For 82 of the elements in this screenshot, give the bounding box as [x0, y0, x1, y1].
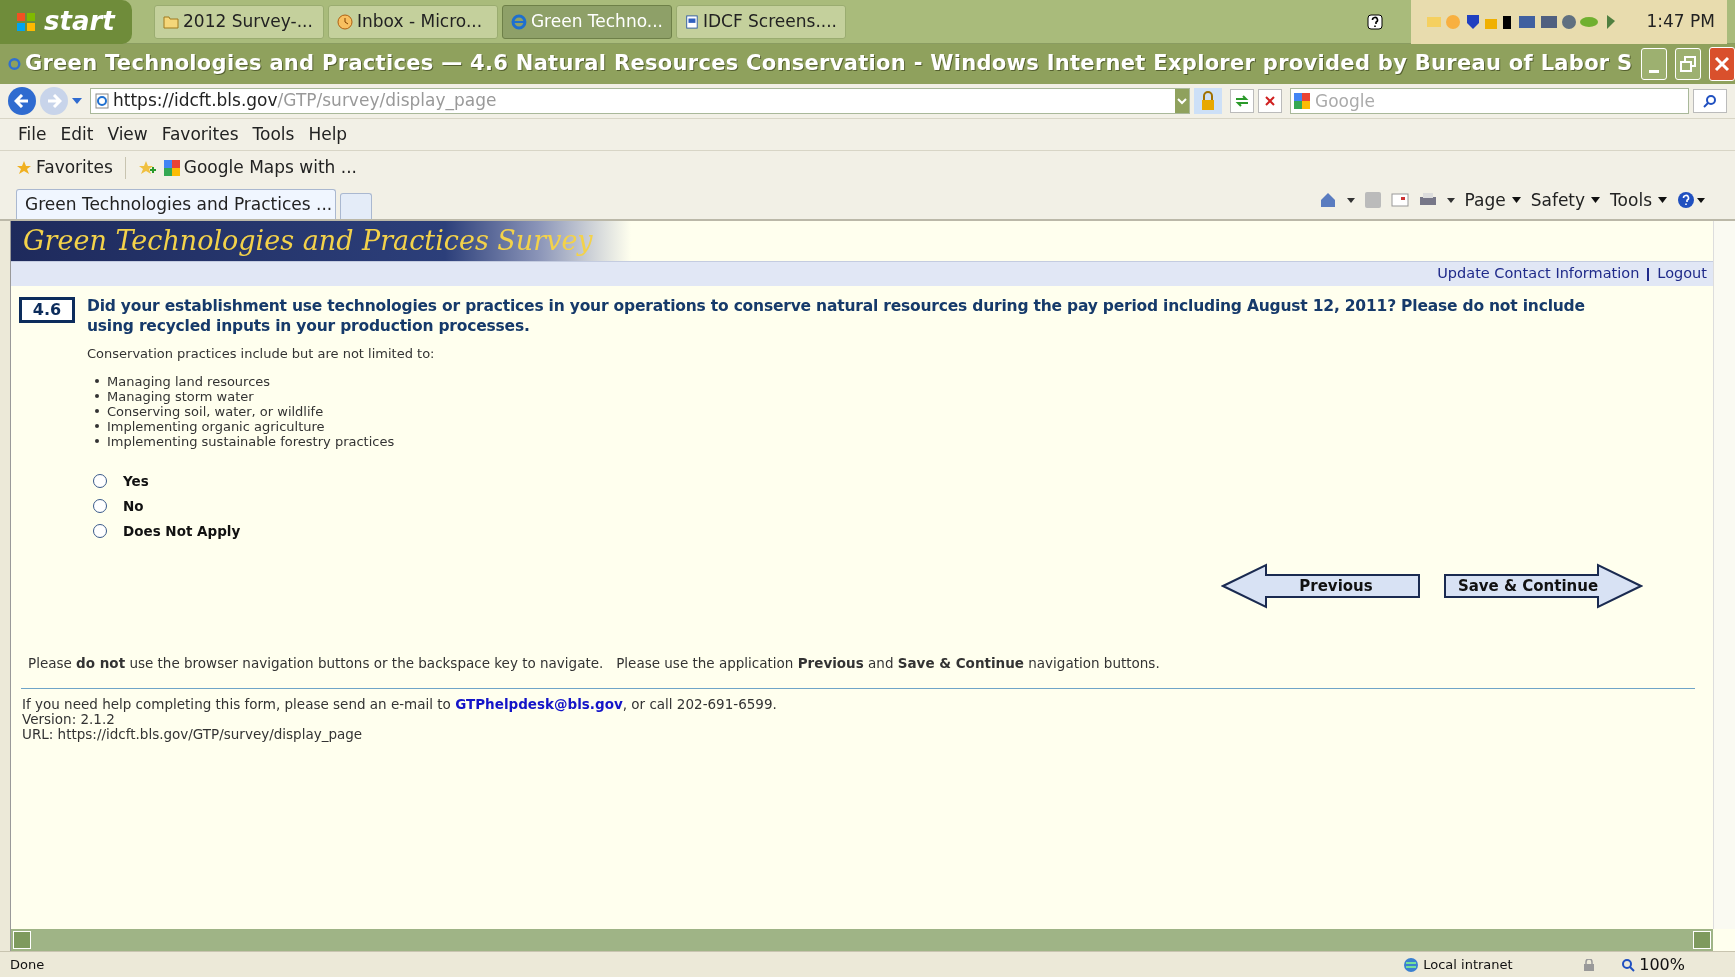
map-logo-icon — [163, 160, 180, 176]
stop-button[interactable] — [1258, 89, 1282, 113]
search-provider-icon — [1294, 93, 1310, 109]
home-icon[interactable] — [1318, 191, 1337, 210]
padlock-icon[interactable] — [1194, 88, 1222, 114]
favorites-button[interactable]: Favorites — [16, 155, 113, 181]
email-link[interactable]: GTPhelpdesk@bls.gov — [455, 695, 623, 712]
address-field[interactable]: https://idcft.bls.gov/GTP/survey/display_page — [90, 88, 1190, 114]
taskbar-button[interactable]: IDCF Screens.... — [676, 4, 846, 39]
zoom-button[interactable]: 100% — [1621, 952, 1685, 977]
menu-item[interactable]: Favorites — [161, 121, 239, 148]
navigation-notice: Please do not use the browser navigation buttons or the backspace key to navigate. Please use the application Previous and Save & Continue navigation buttons. — [28, 654, 1161, 674]
security-zone: Local intranet — [1403, 954, 1584, 975]
vertical-scrollbar[interactable] — [1713, 221, 1735, 929]
taskbar-button[interactable]: Inbox - Micro... — [328, 4, 498, 39]
windows-logo-icon — [16, 11, 36, 32]
globe-icon — [1403, 956, 1420, 973]
refresh-button[interactable] — [1230, 89, 1254, 113]
radio-button[interactable] — [93, 498, 107, 513]
mail-icon[interactable] — [1390, 193, 1409, 208]
menu-item[interactable]: File — [18, 121, 47, 148]
option-label: Yes — [123, 471, 149, 491]
menu-item[interactable]: Tools — [252, 121, 295, 148]
help-icon[interactable] — [1677, 191, 1705, 210]
star-icon — [16, 160, 32, 176]
folder-icon — [163, 14, 179, 29]
radio-button[interactable] — [93, 473, 107, 488]
caret-icon — [1658, 197, 1667, 204]
dropdown-icon[interactable] — [1175, 89, 1189, 113]
command-menu[interactable]: Tools — [1610, 187, 1667, 213]
command-menu[interactable]: Safety — [1530, 187, 1601, 213]
back-arrow-icon — [14, 94, 30, 108]
header-link[interactable]: Update Contact Information — [1437, 263, 1640, 285]
menu-item[interactable]: View — [107, 121, 148, 148]
question-number: 4.6 — [19, 297, 75, 323]
taskbar-button[interactable]: 2012 Survey-... — [154, 4, 324, 39]
header-link[interactable]: Logout — [1657, 263, 1707, 285]
search-icon — [1703, 94, 1717, 108]
start-button[interactable]: start — [0, 0, 132, 44]
save-continue-button[interactable]: Save & Continue — [1443, 563, 1643, 610]
help-icon — [1366, 13, 1383, 30]
forward-arrow-icon — [46, 94, 62, 108]
previous-button[interactable]: Previous — [1221, 563, 1421, 610]
minimize-button[interactable] — [1640, 48, 1667, 80]
question-text: Did your establishment use technologies or practices in your operations to conserve natural resources during the pay period including August 12, 2011? Please do not include using recycled inputs in your production processes. — [87, 296, 1586, 336]
browser-logo-icon — [8, 56, 21, 72]
add-favorite-icon[interactable] — [137, 160, 156, 176]
caret-icon[interactable] — [1446, 197, 1455, 203]
banner-title: Green Technologies and Practices Survey — [23, 223, 593, 258]
restore-button[interactable] — [1674, 48, 1701, 80]
search-button[interactable] — [1693, 89, 1727, 113]
window-title: Green Technologies and Practices — 4.6 Natural Resources Conservation - Windows Internet Explorer provided by Bureau of Labor S — [24, 50, 1633, 78]
caret-icon — [1591, 197, 1601, 204]
stop-icon — [1264, 95, 1276, 107]
status-text: Done — [10, 955, 45, 974]
command-menu[interactable]: Page — [1464, 187, 1521, 213]
caret-icon — [1511, 197, 1521, 204]
clock: 1:47 PM — [1646, 9, 1715, 33]
option-label: No — [123, 496, 144, 516]
caret-icon[interactable] — [1346, 197, 1355, 203]
intro-text: Conservation practices include but are not limited to: — [87, 345, 436, 363]
document-icon — [685, 13, 699, 30]
favorite-link[interactable]: Google Maps with ... — [163, 155, 357, 181]
refresh-icon — [1234, 94, 1250, 108]
version-text: Version: 2.1.2 — [22, 711, 115, 727]
close-icon — [1712, 55, 1731, 73]
horizontal-scrollbar[interactable] — [11, 929, 1713, 951]
page-icon — [95, 93, 109, 109]
browser-logo-icon — [511, 13, 527, 30]
magnifier-icon — [1621, 957, 1636, 972]
lock-icon — [1583, 958, 1596, 971]
clock-icon — [337, 13, 353, 30]
radio-button[interactable] — [93, 524, 107, 539]
url-text: URL: https://idcft.bls.gov/GTP/survey/display_page — [22, 726, 364, 742]
menu-item[interactable]: Edit — [60, 121, 94, 148]
close-button[interactable] — [1708, 47, 1735, 81]
search-field[interactable]: Google — [1290, 88, 1689, 114]
menu-item[interactable]: Help — [308, 121, 348, 148]
option-label: Does Not Apply — [123, 522, 241, 541]
back-button[interactable] — [8, 87, 36, 115]
browser-tab[interactable]: Green Technologies and Practices ... — [16, 189, 336, 219]
restore-icon — [1678, 55, 1697, 73]
